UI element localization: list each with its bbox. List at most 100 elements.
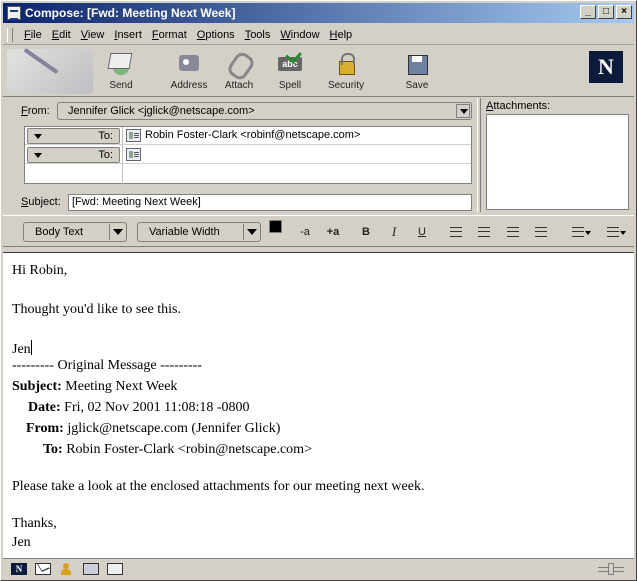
original-subject-line: Subject: Meeting Next Week xyxy=(12,379,178,394)
original-from-line: From: jglick@netscape.com (Jennifer Glic… xyxy=(26,421,281,436)
save-button[interactable]: Save xyxy=(389,49,445,95)
compose-app-icon xyxy=(7,6,21,20)
maximize-button[interactable]: □ xyxy=(598,5,614,19)
chevron-down-icon xyxy=(585,231,591,235)
navigator-icon[interactable]: N xyxy=(11,562,27,575)
send-label: Send xyxy=(109,80,133,91)
window-title: Compose: [Fwd: Meeting Next Week] xyxy=(25,6,236,20)
menu-view[interactable]: View xyxy=(76,29,110,41)
save-label: Save xyxy=(405,80,429,91)
chevron-down-icon xyxy=(34,134,42,139)
toolbar-pen-artwork xyxy=(7,49,93,94)
chevron-down-icon xyxy=(620,231,626,235)
close-button[interactable]: × xyxy=(616,5,632,19)
menu-bar: File Edit View Insert Format Options Too… xyxy=(3,25,634,45)
insert-object-icon xyxy=(607,227,619,237)
align-button[interactable] xyxy=(565,224,591,240)
attachments-list[interactable] xyxy=(486,114,629,210)
statusbar-grip-icon[interactable] xyxy=(598,562,630,576)
body-line: Thought you'd like to see this. xyxy=(12,302,181,317)
numbered-list-button[interactable] xyxy=(474,224,494,240)
body-content: Please take a look at the enclosed attac… xyxy=(12,479,425,494)
menu-format[interactable]: Format xyxy=(147,29,192,41)
body-signoff: Jen xyxy=(12,340,32,357)
outdent-icon xyxy=(507,227,519,237)
subject-label: Subject: xyxy=(21,196,61,208)
original-message-header: --------- Original Message --------- xyxy=(12,358,203,373)
body-greeting: Hi Robin, xyxy=(12,263,68,278)
send-icon xyxy=(107,51,135,77)
from-value: Jennifer Glick <jglick@netscape.com> xyxy=(68,105,255,117)
insert-object-button[interactable] xyxy=(600,224,626,240)
body-thanks: Thanks, xyxy=(12,516,57,531)
netscape-logo[interactable]: N xyxy=(589,51,623,83)
menu-window[interactable]: Window xyxy=(275,29,324,41)
chevron-down-icon xyxy=(109,224,125,240)
address-book-icon[interactable] xyxy=(83,562,99,575)
address-book-icon xyxy=(175,51,203,77)
original-date-line: Date: Fri, 02 Nov 2001 11:08:18 -0800 xyxy=(28,400,250,415)
attach-label: Attach xyxy=(224,80,254,91)
outdent-button[interactable] xyxy=(503,224,523,240)
indent-icon xyxy=(535,227,547,237)
message-body-editor[interactable]: Hi Robin, Thought you'd like to see this… xyxy=(3,252,634,558)
format-toolbar: Body Text Variable Width -a +a B I U xyxy=(3,215,634,247)
text-color-picker[interactable] xyxy=(269,220,291,242)
menu-tools[interactable]: Tools xyxy=(240,29,276,41)
title-bar[interactable]: Compose: [Fwd: Meeting Next Week] _ □ × xyxy=(3,3,634,23)
paperclip-icon xyxy=(225,51,253,77)
paragraph-style-select[interactable]: Body Text xyxy=(23,222,127,242)
status-bar: N xyxy=(3,558,634,578)
address-label: Address xyxy=(170,80,208,91)
font-select[interactable]: Variable Width xyxy=(137,222,261,242)
compose-window: Compose: [Fwd: Meeting Next Week] _ □ × … xyxy=(0,0,637,581)
menu-options[interactable]: Options xyxy=(192,29,240,41)
bold-button[interactable]: B xyxy=(356,224,376,240)
window-controls: _ □ × xyxy=(578,5,632,19)
menubar-grip[interactable] xyxy=(7,27,13,42)
menu-help[interactable]: Help xyxy=(325,29,358,41)
recipient-row: To: Robin Foster-Clark <robinf@netscape.… xyxy=(25,127,471,145)
align-icon xyxy=(572,227,584,237)
smaller-font-button[interactable]: -a xyxy=(295,224,315,240)
send-button[interactable]: Send xyxy=(93,49,149,95)
subject-input[interactable]: [Fwd: Meeting Next Week] xyxy=(68,194,472,211)
larger-font-button[interactable]: +a xyxy=(323,224,343,240)
mail-icon[interactable] xyxy=(35,562,51,575)
underline-button[interactable]: U xyxy=(412,224,432,240)
from-label: From: xyxy=(21,105,50,117)
minimize-button[interactable]: _ xyxy=(580,5,596,19)
text-caret xyxy=(30,340,32,355)
spellcheck-icon xyxy=(276,51,304,77)
recipient-type-select[interactable]: To: xyxy=(27,128,120,144)
recipient-address-field[interactable]: Robin Foster-Clark <robinf@netscape.com> xyxy=(145,129,360,141)
menu-edit[interactable]: Edit xyxy=(47,29,76,41)
address-card-icon xyxy=(126,148,141,161)
chevron-down-icon xyxy=(34,153,42,158)
indent-button[interactable] xyxy=(531,224,551,240)
composer-icon[interactable] xyxy=(107,562,123,575)
instant-messenger-icon[interactable] xyxy=(59,562,75,575)
address-card-icon xyxy=(126,129,141,142)
spell-button[interactable]: Spell xyxy=(262,49,318,95)
numbered-list-icon xyxy=(478,227,490,237)
recipient-type-select[interactable]: To: xyxy=(27,147,120,163)
spell-label: Spell xyxy=(278,80,302,91)
address-button[interactable]: Address xyxy=(161,49,217,95)
attach-button[interactable]: Attach xyxy=(211,49,267,95)
compose-toolbar: Send Address Attach Spell Security Save … xyxy=(3,46,634,97)
bullet-list-button[interactable] xyxy=(446,224,466,240)
recipient-row-empty[interactable] xyxy=(25,165,471,183)
chevron-down-icon[interactable] xyxy=(456,104,470,118)
attachments-splitter[interactable] xyxy=(477,98,481,212)
from-identity-select[interactable]: Jennifer Glick <jglick@netscape.com> xyxy=(57,102,472,120)
italic-button[interactable]: I xyxy=(384,224,404,240)
paragraph-style-value: Body Text xyxy=(35,226,84,238)
chevron-down-icon xyxy=(243,224,259,240)
foreground-color-swatch[interactable] xyxy=(269,220,282,233)
menu-file[interactable]: File xyxy=(19,29,47,41)
menu-insert[interactable]: Insert xyxy=(109,29,147,41)
bullet-list-icon xyxy=(450,227,462,237)
lock-icon xyxy=(332,51,360,77)
security-button[interactable]: Security xyxy=(318,49,374,95)
